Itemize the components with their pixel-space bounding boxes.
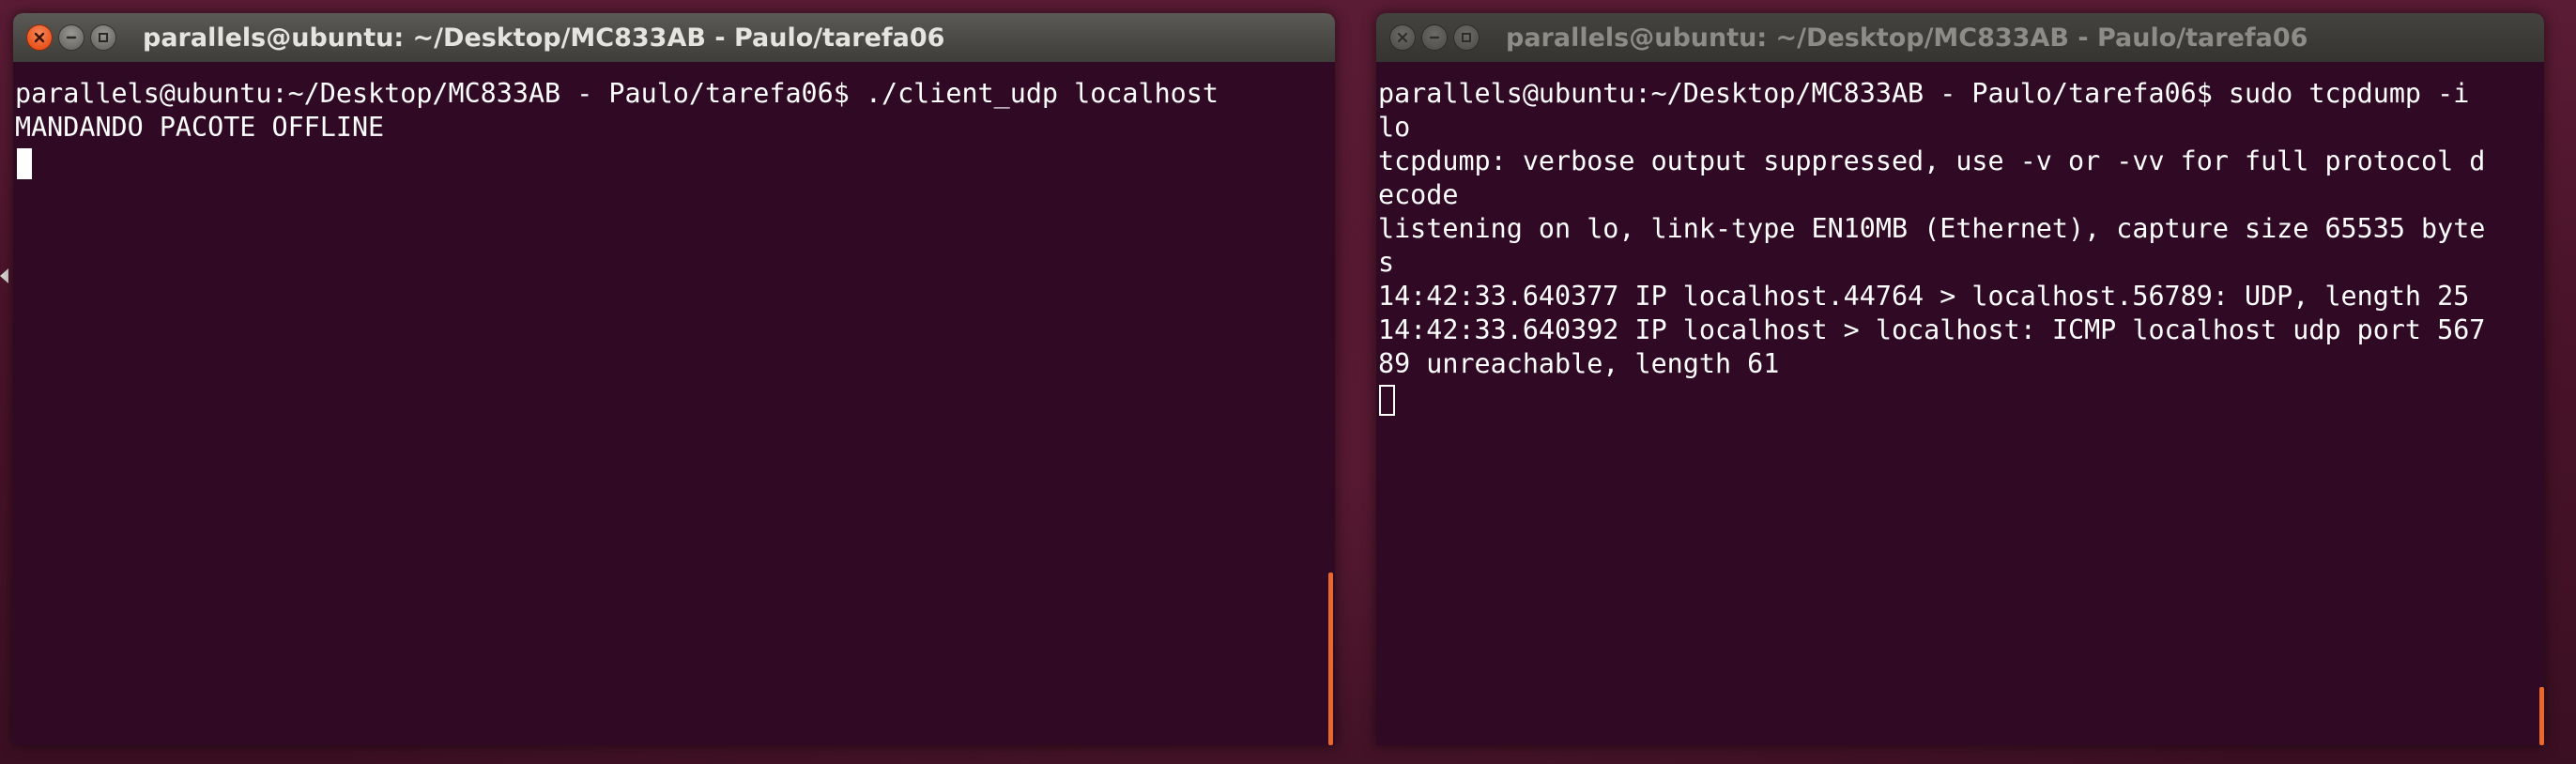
window-controls bbox=[1389, 24, 1480, 51]
close-icon[interactable] bbox=[26, 24, 53, 51]
maximize-icon[interactable] bbox=[90, 24, 116, 51]
terminal-output[interactable]: parallels@ubuntu:~/Desktop/MC833AB - Pau… bbox=[13, 62, 1335, 745]
window-title: parallels@ubuntu: ~/Desktop/MC833AB - Pa… bbox=[143, 23, 945, 53]
terminal-line: lo bbox=[1378, 112, 1411, 143]
window-titlebar[interactable]: parallels@ubuntu: ~/Desktop/MC833AB - Pa… bbox=[1376, 13, 2544, 62]
terminal-cursor bbox=[1379, 385, 1395, 416]
maximize-icon[interactable] bbox=[1453, 24, 1480, 51]
window-controls bbox=[26, 24, 116, 51]
terminal-line: 14:42:33.640377 IP localhost.44764 > loc… bbox=[1378, 281, 2470, 312]
terminal-line: MANDANDO PACOTE OFFLINE bbox=[15, 112, 385, 143]
terminal-line: 89 unreachable, length 61 bbox=[1378, 348, 1780, 379]
terminal-cursor bbox=[17, 148, 32, 179]
terminal-line: 14:42:33.640392 IP localhost > localhost… bbox=[1378, 314, 2486, 345]
terminal-line: s bbox=[1378, 247, 1395, 278]
terminal-line: listening on lo, link-type EN10MB (Ether… bbox=[1378, 213, 2486, 244]
window-title: parallels@ubuntu: ~/Desktop/MC833AB - Pa… bbox=[1506, 23, 2308, 53]
terminal-output[interactable]: parallels@ubuntu:~/Desktop/MC833AB - Pau… bbox=[1376, 62, 2544, 745]
scroll-indicator[interactable] bbox=[2539, 687, 2544, 745]
terminal-window-right[interactable]: parallels@ubuntu: ~/Desktop/MC833AB - Pa… bbox=[1376, 13, 2544, 745]
terminal-window-left[interactable]: parallels@ubuntu: ~/Desktop/MC833AB - Pa… bbox=[13, 13, 1335, 745]
terminal-line: ecode bbox=[1378, 179, 1459, 210]
terminal-line: parallels@ubuntu:~/Desktop/MC833AB - Pau… bbox=[1378, 78, 2470, 109]
scroll-indicator[interactable] bbox=[1328, 573, 1333, 745]
minimize-icon[interactable] bbox=[1421, 24, 1448, 51]
terminal-line: parallels@ubuntu:~/Desktop/MC833AB - Pau… bbox=[15, 78, 1219, 109]
close-icon[interactable] bbox=[1389, 24, 1416, 51]
terminal-line: tcpdump: verbose output suppressed, use … bbox=[1378, 145, 2486, 176]
minimize-icon[interactable] bbox=[58, 24, 84, 51]
launcher-edge-arrow-icon[interactable] bbox=[0, 268, 8, 283]
window-titlebar[interactable]: parallels@ubuntu: ~/Desktop/MC833AB - Pa… bbox=[13, 13, 1335, 62]
